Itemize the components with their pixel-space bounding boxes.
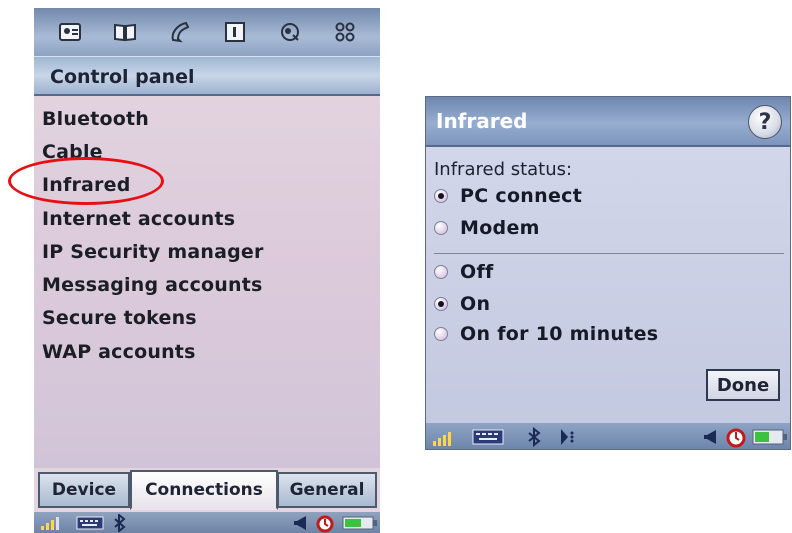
list-item-messaging-accounts[interactable]: Messaging accounts — [42, 274, 263, 296]
option-modem[interactable]: Modem — [434, 217, 540, 239]
radio-selected-icon[interactable] — [434, 189, 448, 203]
option-off[interactable]: Off — [434, 261, 494, 283]
status-bar — [426, 423, 790, 449]
page-title: Control panel — [34, 56, 380, 96]
contacts-icon[interactable] — [55, 17, 85, 47]
option-label: On for 10 minutes — [460, 323, 659, 345]
infrared-settings-dialog: Infrared ? Infrared status: PC connect M… — [425, 96, 791, 450]
phone-icon[interactable] — [165, 17, 195, 47]
keyboard-icon[interactable] — [76, 515, 104, 531]
alarm-icon — [724, 426, 748, 448]
volume-icon[interactable] — [292, 514, 310, 532]
option-label: Off — [460, 261, 494, 283]
radio-unselected-icon[interactable] — [434, 221, 448, 235]
radio-unselected-icon[interactable] — [434, 327, 448, 341]
battery-icon — [342, 516, 378, 530]
settings-list: Bluetooth Cable Infrared Internet accoun… — [34, 96, 380, 468]
status-bar — [34, 512, 380, 533]
infrared-status-label: Infrared status: — [434, 159, 573, 180]
option-label: Modem — [460, 217, 540, 239]
list-item-secure-tokens[interactable]: Secure tokens — [42, 307, 197, 329]
option-label: On — [460, 293, 491, 315]
alarm-icon — [314, 513, 336, 533]
bluetooth-icon — [526, 427, 544, 447]
internet-icon[interactable] — [275, 17, 305, 47]
battery-icon — [752, 429, 788, 445]
dialog-title: Infrared — [436, 109, 528, 133]
app-launcher-bar — [34, 8, 380, 56]
option-on-for-10-minutes[interactable]: On for 10 minutes — [434, 323, 658, 345]
bluetooth-icon — [112, 514, 128, 532]
dialog-title-bar: Infrared ? — [426, 97, 790, 147]
divider — [434, 253, 784, 254]
keyboard-icon[interactable] — [472, 428, 504, 446]
tab-device[interactable]: Device — [38, 472, 130, 508]
tab-bar: Device General Connections — [34, 468, 380, 512]
list-item-cable[interactable]: Cable — [42, 141, 103, 163]
list-item-wap-accounts[interactable]: WAP accounts — [42, 341, 196, 363]
option-on[interactable]: On — [434, 293, 490, 315]
control-panel-screen: Control panel Bluetooth Cable Infrared I… — [34, 8, 380, 533]
apps-grid-icon[interactable] — [330, 17, 360, 47]
tab-general[interactable]: General — [277, 472, 377, 508]
signal-icon — [40, 515, 62, 531]
option-pc-connect[interactable]: PC connect — [434, 185, 582, 207]
radio-selected-icon[interactable] — [434, 297, 448, 311]
infrared-icon — [558, 427, 576, 447]
help-button[interactable]: ? — [748, 105, 782, 139]
done-button[interactable]: Done — [706, 369, 780, 401]
calendar-icon[interactable] — [220, 17, 250, 47]
volume-icon[interactable] — [702, 428, 720, 446]
list-item-internet-accounts[interactable]: Internet accounts — [42, 208, 235, 230]
tab-connections[interactable]: Connections — [130, 470, 278, 510]
dialog-body: Infrared status: PC connect Modem Off On… — [426, 147, 790, 423]
book-icon[interactable] — [110, 17, 140, 47]
list-item-infrared[interactable]: Infrared — [42, 174, 131, 196]
list-item-ip-security-manager[interactable]: IP Security manager — [42, 241, 264, 263]
list-item-bluetooth[interactable]: Bluetooth — [42, 108, 149, 130]
option-label: PC connect — [460, 185, 583, 207]
radio-unselected-icon[interactable] — [434, 265, 448, 279]
signal-icon — [432, 429, 456, 447]
